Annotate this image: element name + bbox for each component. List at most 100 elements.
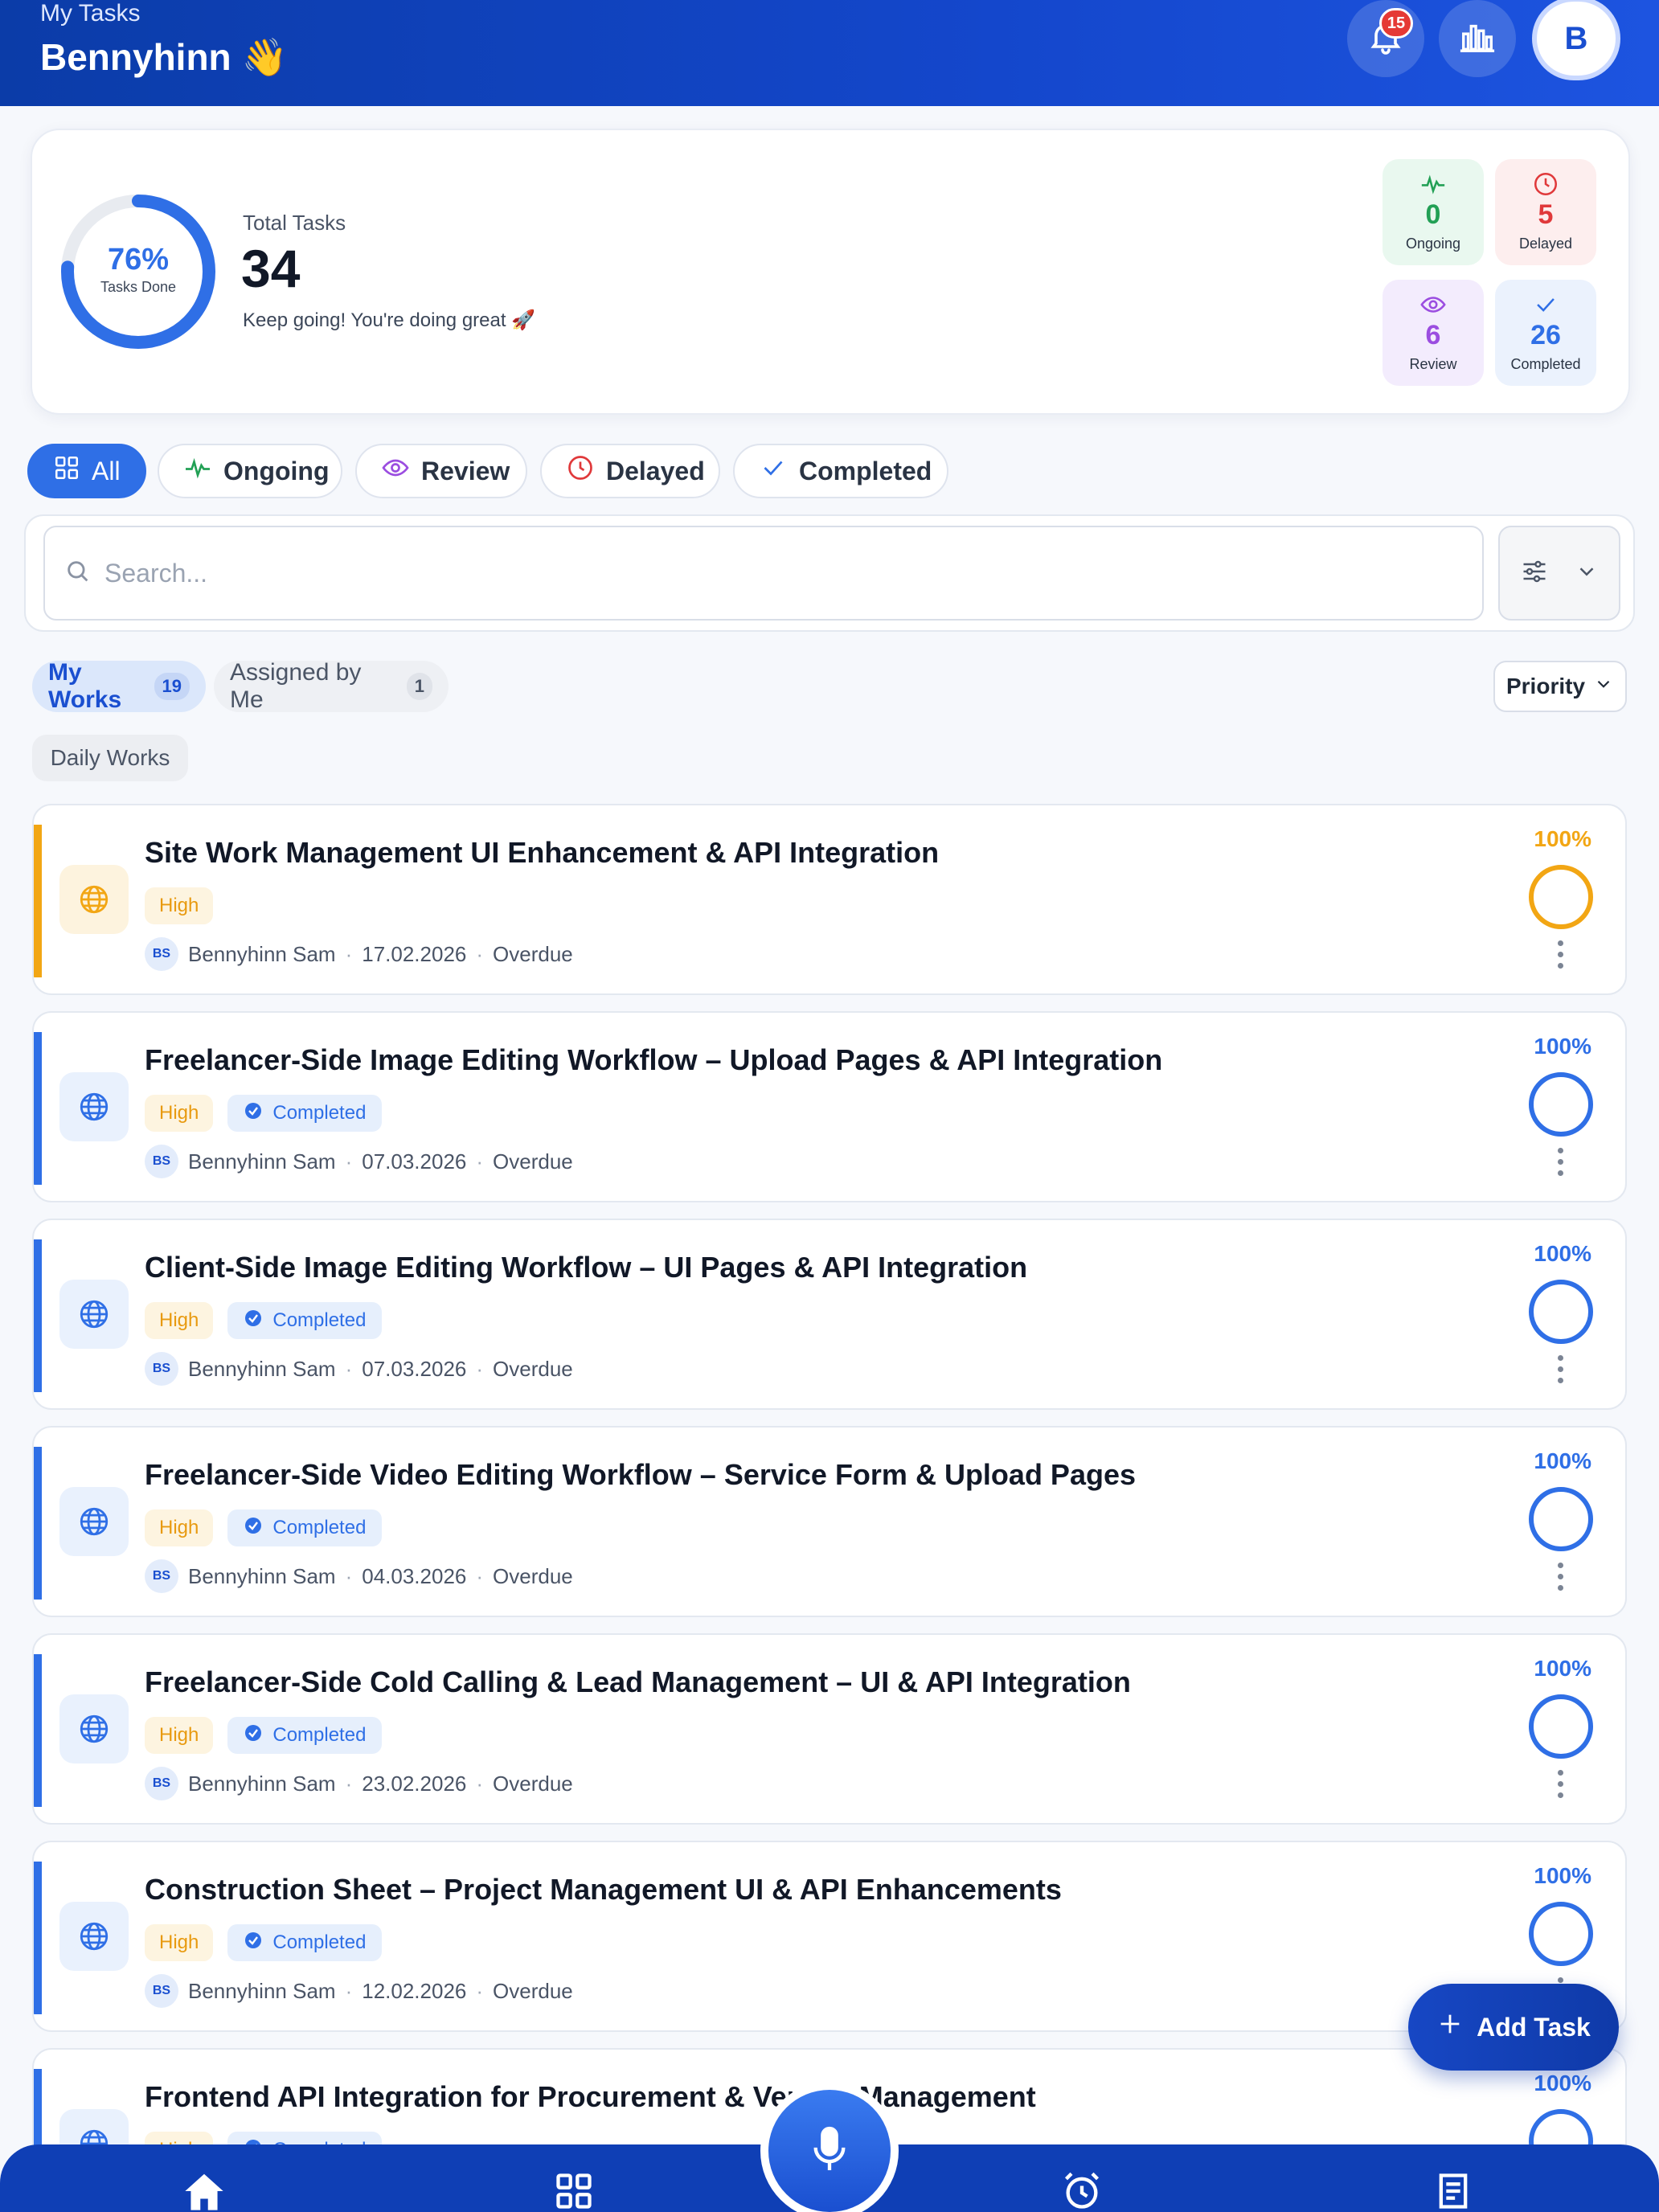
stat-ongoing[interactable]: 0 Ongoing	[1382, 159, 1484, 265]
check-circle-icon	[244, 1723, 263, 1748]
nav-dashboard[interactable]	[550, 2170, 598, 2212]
filter-ongoing-label: Ongoing	[223, 456, 330, 485]
assignee-avatar: BS	[145, 1767, 178, 1800]
globe-icon	[59, 1902, 129, 1971]
task-date: 04.03.2026	[362, 1563, 467, 1588]
eye-icon	[381, 453, 410, 489]
task-card[interactable]: Freelancer-Side Video Editing Workflow –…	[32, 1426, 1627, 1617]
search-input[interactable]	[104, 558, 1391, 588]
task-card[interactable]: Freelancer-Side Cold Calling & Lead Mana…	[32, 1633, 1627, 1825]
reports-button[interactable]	[1439, 0, 1516, 77]
kebab-icon[interactable]	[1558, 1563, 1564, 1596]
nav-reminders[interactable]	[1058, 2170, 1106, 2212]
nav-home[interactable]	[180, 2170, 228, 2212]
task-progress-circle[interactable]	[1529, 1072, 1593, 1137]
sliders-icon	[1520, 557, 1549, 590]
task-progress-circle[interactable]	[1529, 865, 1593, 929]
priority-bar	[34, 1654, 42, 1807]
nav-reports[interactable]	[1429, 2170, 1477, 2212]
stat-ongoing-value: 0	[1425, 199, 1441, 230]
task-progress-circle[interactable]	[1529, 1280, 1593, 1344]
stat-delayed-value: 5	[1538, 199, 1554, 230]
filter-delayed-label: Delayed	[606, 456, 705, 485]
tab-my-works[interactable]: My Works 19	[32, 659, 206, 713]
priority-bar	[34, 1862, 42, 2014]
task-progress-circle[interactable]	[1529, 1487, 1593, 1551]
section-label-daily-works[interactable]: Daily Works	[32, 735, 188, 781]
activity-icon	[183, 453, 212, 489]
filter-delayed[interactable]: Delayed	[540, 444, 720, 498]
kebab-icon[interactable]	[1558, 1770, 1564, 1804]
priority-bar	[34, 825, 42, 977]
filter-ongoing[interactable]: Ongoing	[158, 444, 342, 498]
bar-chart-icon	[1459, 21, 1496, 57]
add-task-button[interactable]: Add Task	[1408, 1984, 1619, 2071]
task-progress-circle[interactable]	[1529, 1902, 1593, 1966]
alarm-clock-icon	[1059, 2170, 1104, 2212]
check-icon	[1495, 291, 1596, 318]
assignee-name: Bennyhinn Sam	[188, 1356, 336, 1381]
tab-assigned-by-me[interactable]: Assigned by Me 1	[214, 659, 449, 713]
globe-icon	[59, 1280, 129, 1349]
filter-completed-label: Completed	[799, 456, 932, 485]
status-text: Completed	[272, 1724, 367, 1746]
globe-icon	[59, 1487, 129, 1556]
meta-separator: ·	[345, 1771, 353, 1796]
tab-assigned-label: Assigned by Me	[230, 659, 362, 713]
status-badge: Completed	[227, 1924, 383, 1961]
app-header: My Tasks Bennyhinn 👋 15 B	[0, 0, 1659, 106]
home-icon	[180, 2170, 228, 2212]
due-status: Overdue	[493, 1978, 573, 2003]
grid-icon	[551, 2170, 596, 2212]
globe-icon	[59, 1072, 129, 1141]
assignee-avatar: BS	[145, 1352, 178, 1386]
task-card[interactable]: Freelancer-Side Image Editing Workflow –…	[32, 1011, 1627, 1202]
priority-bar	[34, 1032, 42, 1185]
task-card[interactable]: Client-Side Image Editing Workflow – UI …	[32, 1219, 1627, 1410]
filter-all[interactable]: All	[27, 444, 146, 498]
status-text: Completed	[272, 1102, 367, 1124]
task-title: Freelancer-Side Cold Calling & Lead Mana…	[145, 1665, 1131, 1698]
status-badge: Completed	[227, 1509, 383, 1546]
profile-avatar[interactable]: B	[1532, 0, 1620, 80]
task-progress-circle[interactable]	[1529, 1694, 1593, 1759]
meta-separator: ·	[345, 941, 353, 966]
meta-separator: ·	[476, 1356, 484, 1381]
status-text: Completed	[272, 1931, 367, 1953]
mic-icon	[809, 2124, 850, 2179]
stat-delayed-label: Delayed	[1518, 236, 1573, 252]
check-icon	[759, 453, 788, 489]
kebab-icon[interactable]	[1558, 940, 1564, 974]
stat-review[interactable]: 6 Review	[1382, 280, 1484, 386]
search-field[interactable]	[43, 526, 1484, 621]
due-status: Overdue	[493, 1356, 573, 1381]
task-summary-card: 76% Tasks Done Total Tasks 34 Keep going…	[31, 129, 1630, 415]
meta-separator: ·	[345, 1149, 353, 1174]
check-circle-icon	[244, 1101, 263, 1126]
voice-input-button[interactable]	[760, 2082, 899, 2212]
filter-options-button[interactable]	[1498, 526, 1620, 621]
task-card[interactable]: Construction Sheet – Project Management …	[32, 1841, 1627, 2032]
stat-review-label: Review	[1409, 356, 1457, 372]
filter-completed[interactable]: Completed	[733, 444, 948, 498]
due-status: Overdue	[493, 1149, 573, 1174]
filter-review[interactable]: Review	[355, 444, 527, 498]
priority-badge: High	[145, 887, 214, 924]
total-tasks-label: Total Tasks	[243, 211, 346, 235]
stat-completed[interactable]: 26 Completed	[1495, 280, 1596, 386]
stat-ongoing-label: Ongoing	[1405, 236, 1461, 252]
status-badge: Completed	[227, 1717, 383, 1754]
meta-separator: ·	[476, 1978, 484, 2003]
task-progress-percent: 100%	[1534, 1241, 1591, 1266]
priority-sort-dropdown[interactable]: Priority	[1493, 661, 1627, 712]
plus-icon	[1436, 2010, 1464, 2044]
task-card[interactable]: Site Work Management UI Enhancement & AP…	[32, 804, 1627, 995]
priority-badge: High	[145, 1095, 214, 1132]
kebab-icon[interactable]	[1558, 1355, 1564, 1389]
task-progress-percent: 100%	[1534, 1034, 1591, 1059]
kebab-icon[interactable]	[1558, 1148, 1564, 1182]
search-icon	[64, 558, 92, 589]
priority-badge: High	[145, 1924, 214, 1961]
stat-delayed[interactable]: 5 Delayed	[1495, 159, 1596, 265]
task-date: 12.02.2026	[362, 1978, 467, 2003]
